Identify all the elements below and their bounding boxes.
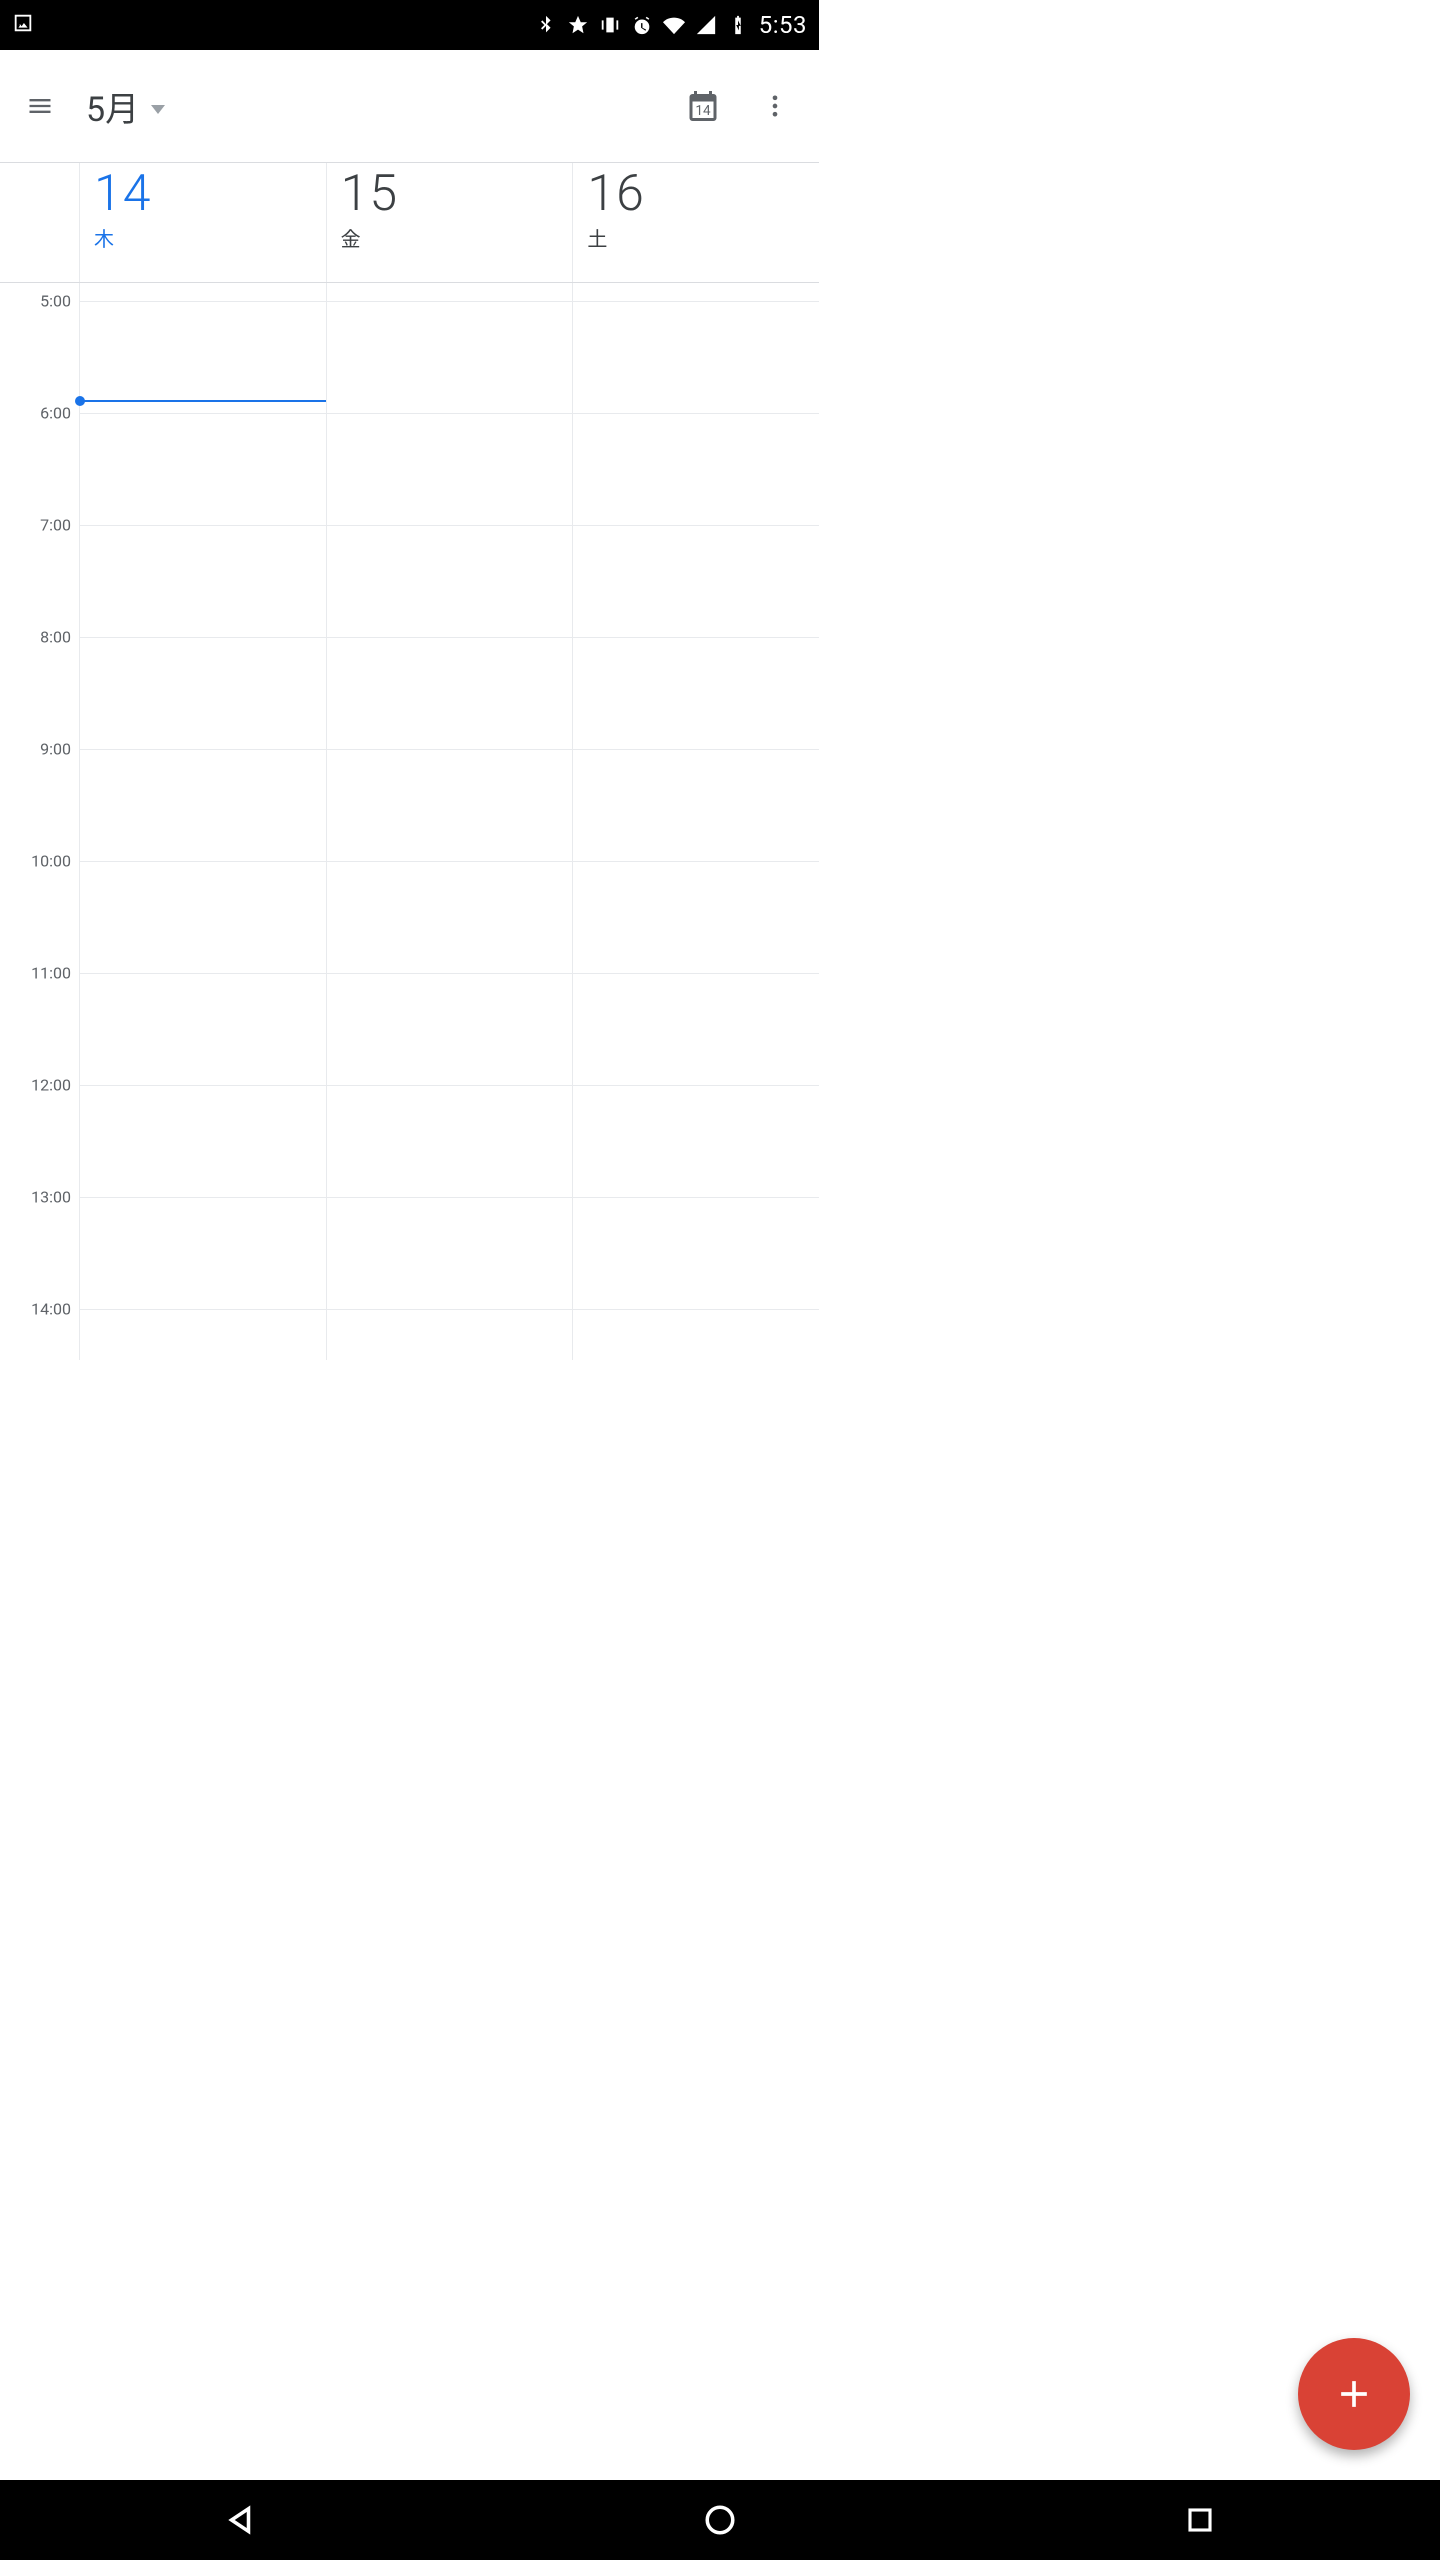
hour-gridline <box>80 749 326 750</box>
overflow-button[interactable] <box>747 78 803 134</box>
hour-gridline <box>327 301 573 302</box>
hour-gridline <box>80 413 326 414</box>
day-header-cell[interactable]: 14 木 <box>80 163 327 282</box>
android-nav-bar <box>0 2480 1440 2560</box>
hour-gridline <box>327 1309 573 1310</box>
hour-gridline <box>327 973 573 974</box>
day-header-cell[interactable]: 15 金 <box>327 163 574 282</box>
alarm-icon <box>631 14 653 36</box>
hour-gridline <box>80 637 326 638</box>
today-button[interactable]: 14 <box>675 78 731 134</box>
month-dropdown[interactable]: 5月 <box>86 82 165 131</box>
hour-gridline <box>327 637 573 638</box>
hour-gridline <box>573 1085 819 1086</box>
hour-label: 14:00 <box>31 1300 71 1319</box>
hour-label: 12:00 <box>31 1076 71 1095</box>
home-icon <box>703 2503 737 2537</box>
hour-gridline <box>573 301 819 302</box>
hour-gridline <box>80 1309 326 1310</box>
hour-gridline <box>80 973 326 974</box>
hour-label: 13:00 <box>31 1188 71 1207</box>
hour-label: 9:00 <box>40 740 71 759</box>
hour-gridline <box>573 525 819 526</box>
day-number: 15 <box>341 169 567 219</box>
dropdown-caret-icon <box>151 105 165 114</box>
current-time-dot <box>75 396 85 406</box>
day-of-week: 金 <box>341 223 567 252</box>
back-icon <box>223 2503 257 2537</box>
hour-gridline <box>573 861 819 862</box>
hour-gridline <box>573 413 819 414</box>
cell-signal-icon <box>695 14 717 36</box>
day-header-row: 14 木 15 金 16 土 <box>0 163 819 283</box>
hour-label: 7:00 <box>40 516 71 535</box>
hour-gridline <box>327 1197 573 1198</box>
home-button[interactable] <box>660 2492 780 2548</box>
hour-gridline <box>573 1197 819 1198</box>
hour-label: 11:00 <box>31 964 71 983</box>
day-of-week: 木 <box>94 223 320 252</box>
calendar-today-icon: 14 <box>685 88 721 124</box>
hour-gridline <box>573 973 819 974</box>
hour-gridline <box>573 1309 819 1310</box>
day-header-cell[interactable]: 16 土 <box>573 163 819 282</box>
current-time-indicator <box>80 400 326 402</box>
hour-gridline <box>80 525 326 526</box>
battery-charging-icon <box>727 14 749 36</box>
add-event-fab[interactable] <box>1298 2338 1410 2450</box>
day-column[interactable] <box>573 283 819 1360</box>
hour-gridline <box>80 301 326 302</box>
calendar-today-badge: 14 <box>695 103 711 119</box>
android-status-bar: 5:53 <box>0 0 819 50</box>
recents-icon <box>1185 2505 1215 2535</box>
wifi-icon <box>663 14 685 36</box>
hour-gridline <box>573 637 819 638</box>
hour-gridline <box>80 861 326 862</box>
back-button[interactable] <box>180 2492 300 2548</box>
day-number: 14 <box>94 169 320 219</box>
app-bar: 5月 14 <box>0 50 819 162</box>
picture-icon <box>12 12 34 34</box>
day-column[interactable] <box>80 283 327 1360</box>
plus-icon <box>1332 2372 1376 2416</box>
calendar-grid[interactable]: 5:00 6:00 7:00 8:00 9:00 10:00 11:00 12:00 13:00… <box>0 283 819 1360</box>
star-icon <box>567 14 589 36</box>
day-header-gutter <box>0 163 80 282</box>
hamburger-icon <box>26 92 54 120</box>
menu-button[interactable] <box>16 82 64 130</box>
day-number: 16 <box>587 169 813 219</box>
vibrate-icon <box>599 14 621 36</box>
bluetooth-icon <box>535 14 557 36</box>
hour-label: 5:00 <box>40 292 71 311</box>
hour-gridline <box>573 749 819 750</box>
more-vert-icon <box>761 92 789 120</box>
day-of-week: 土 <box>587 223 813 252</box>
hour-gridline <box>327 1085 573 1086</box>
hour-gutter: 5:00 6:00 7:00 8:00 9:00 10:00 11:00 12:00 13:00… <box>0 283 80 1360</box>
recents-button[interactable] <box>1140 2492 1260 2548</box>
hour-label: 6:00 <box>40 404 71 423</box>
hour-gridline <box>327 525 573 526</box>
month-label: 5月 <box>86 82 139 131</box>
hour-gridline <box>327 861 573 862</box>
hour-label: 8:00 <box>40 628 71 647</box>
hour-label: 10:00 <box>31 852 71 871</box>
status-time: 5:53 <box>759 11 807 39</box>
hour-gridline <box>327 749 573 750</box>
day-column[interactable] <box>327 283 574 1360</box>
hour-gridline <box>80 1197 326 1198</box>
hour-gridline <box>327 413 573 414</box>
hour-gridline <box>80 1085 326 1086</box>
